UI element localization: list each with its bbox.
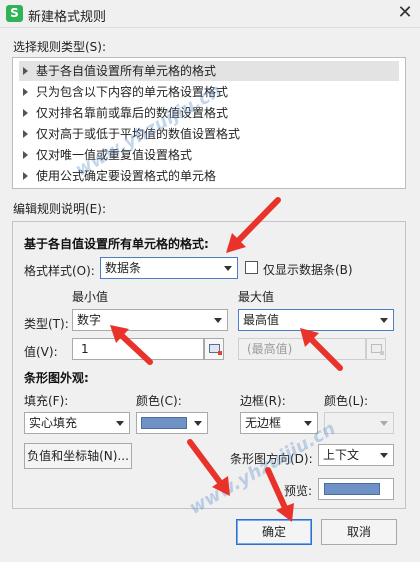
red-arrow-icon [265, 467, 294, 522]
red-arrow-icon [226, 197, 281, 253]
annotation-arrows [110, 197, 343, 522]
red-arrow-icon [187, 439, 230, 496]
red-arrow-icon [300, 328, 343, 371]
red-arrow-icon [110, 325, 153, 365]
